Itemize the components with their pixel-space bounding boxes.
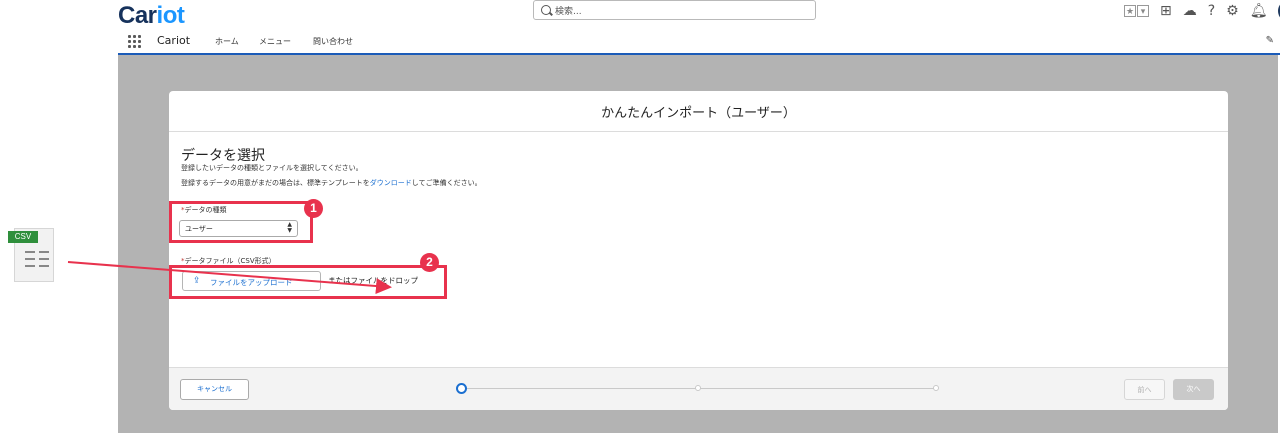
drag-arrow: [67, 261, 392, 295]
drag-arrow-line: [67, 261, 392, 295]
